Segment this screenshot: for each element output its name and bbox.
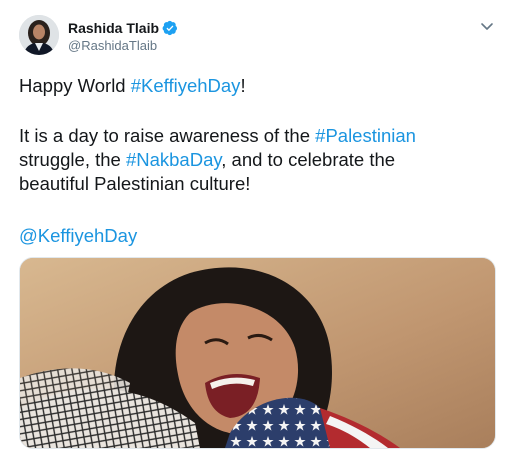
mention-text[interactable]: @KeffiyehDay — [19, 225, 137, 246]
tweet-card: Rashida Tlaib @RashidaTlaib Happy World … — [0, 0, 512, 449]
tweet-text-line: It is a day to raise awareness of the #P… — [19, 124, 489, 148]
tweet-text: , and to celebrate the — [221, 149, 396, 170]
tweet-text: Happy World — [19, 75, 131, 96]
hashtag-link[interactable]: #Palestinian — [315, 125, 416, 146]
tweet-text: struggle, the — [19, 149, 126, 170]
author-display-name[interactable]: Rashida Tlaib — [68, 19, 159, 37]
tweet-text-line: struggle, the #NakbaDay, and to celebrat… — [19, 148, 489, 172]
mention-link[interactable]: @KeffiyehDay — [19, 224, 489, 248]
tweet-text: ! — [240, 75, 246, 96]
author-name-row: Rashida Tlaib — [68, 19, 178, 37]
tweet-text-line: Happy World #KeffiyehDay! — [19, 74, 489, 98]
hashtag-link[interactable]: #KeffiyehDay — [131, 75, 241, 96]
verified-badge-icon — [162, 20, 178, 36]
tweet-photo[interactable] — [19, 257, 496, 449]
tweet-text: It is a day to raise awareness of the — [19, 125, 316, 146]
author-handle[interactable]: @RashidaTlaib — [68, 38, 157, 54]
hashtag-link[interactable]: #NakbaDay — [126, 149, 221, 170]
chevron-down-icon[interactable] — [478, 20, 496, 34]
tweet-text-line: beautiful Palestinian culture! — [19, 173, 251, 194]
avatar[interactable] — [19, 15, 59, 55]
